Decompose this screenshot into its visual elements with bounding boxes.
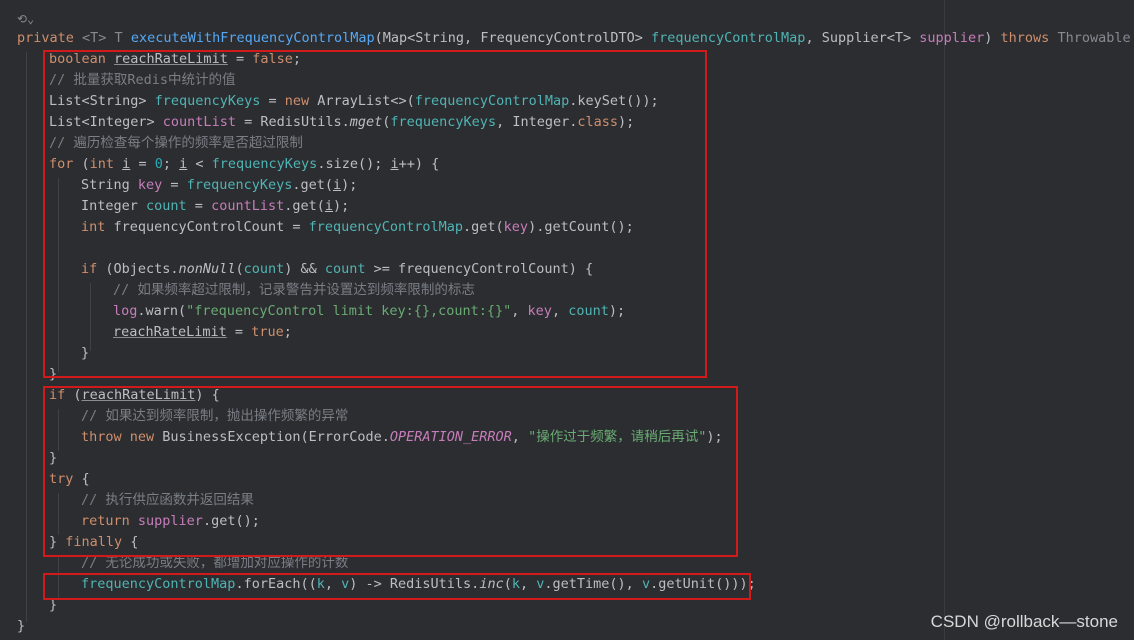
code-token: Throwable	[1057, 30, 1134, 46]
highlight-box-if-try	[43, 386, 738, 557]
code-token: T	[114, 30, 131, 46]
watermark: CSDN @rollback—stone	[930, 612, 1118, 631]
code-token: (Map<String, FrequencyControlDTO>	[374, 30, 651, 46]
code-token: // 无论成功或失败，都增加对应操作的计数	[81, 555, 349, 571]
code-token: supplier	[919, 30, 985, 46]
code-token: private	[17, 30, 83, 46]
code-token: <T>	[82, 30, 115, 46]
code-token: throws	[1000, 30, 1058, 46]
code-token: , Supplier<T>	[805, 30, 920, 46]
highlight-box-foreach	[43, 573, 751, 600]
highlight-box-loop	[43, 50, 707, 378]
code-editor[interactable]: ⟲⌄ private <T> T executeWithFrequencyCon…	[0, 0, 1134, 640]
code-token: }	[17, 618, 26, 634]
code-token: executeWithFrequencyControlMap	[130, 30, 375, 46]
indent-guide	[26, 52, 27, 622]
code-token: )	[984, 30, 1001, 46]
right-margin-guide	[944, 0, 945, 640]
code-line[interactable]: }	[17, 616, 25, 637]
code-line[interactable]: private <T> T executeWithFrequencyContro…	[17, 28, 1134, 49]
fold-chevron-icon[interactable]: ⟲⌄	[17, 12, 34, 26]
code-token: frequencyControlMap	[651, 30, 806, 46]
